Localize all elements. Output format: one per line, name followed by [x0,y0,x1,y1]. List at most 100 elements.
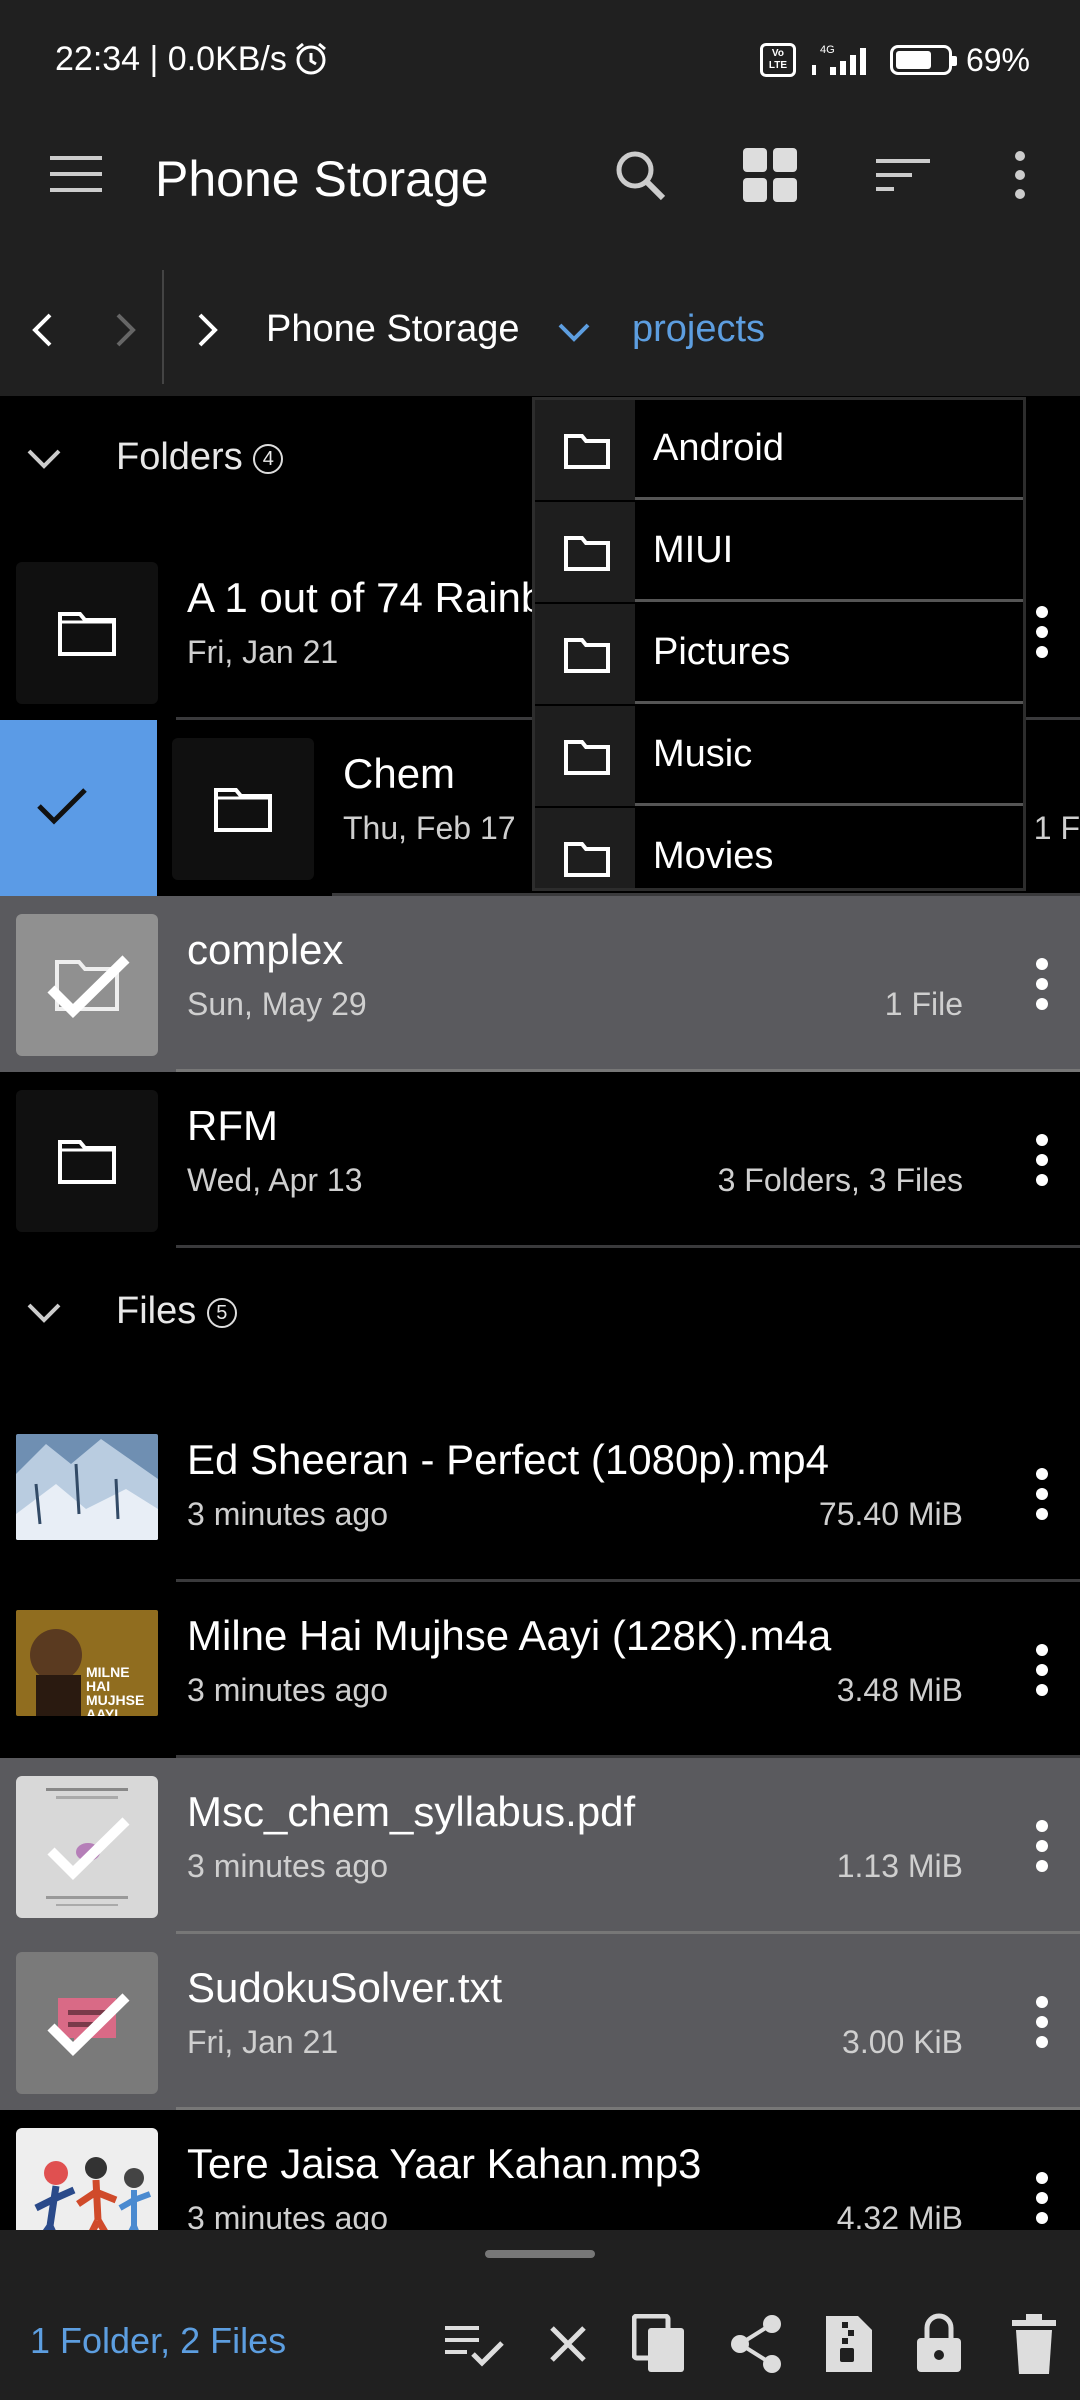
item-date: Sun, May 29 [187,986,367,1022]
grid-view-icon[interactable] [735,140,805,210]
item-meta: 1.13 MiB [836,1848,963,1884]
collapse-icon[interactable] [26,448,62,470]
chevron-down-icon[interactable] [552,310,596,354]
folder-icon [535,808,635,888]
folder-thumb [16,914,158,1056]
folder-icon [535,706,635,806]
item-name: RFM [187,1102,278,1149]
page-title: Phone Storage [155,151,489,207]
item-meta: 3.48 MiB [836,1672,963,1708]
sort-icon[interactable] [868,140,938,210]
video-thumbnail [16,1434,158,1540]
drag-handle[interactable] [485,2250,595,2258]
folder-icon [535,400,635,500]
close-icon[interactable] [548,2324,588,2364]
battery-icon [889,45,957,75]
folder-icon [535,502,635,602]
selection-count: 1 Folder, 2 Files [30,2320,287,2361]
more-vert-icon[interactable] [1032,1640,1052,1700]
item-meta: 3.00 KiB [842,2024,963,2060]
files-section-header[interactable]: Files 5 [0,1260,1080,1370]
item-name: complex [187,926,344,973]
item-name: SudokuSolver.txt [187,1964,503,2011]
selection-bar: 1 Folder, 2 Files [0,2230,1080,2400]
network-type: 4G [820,44,835,56]
files-label: Files 5 [116,1290,237,1333]
back-icon[interactable] [20,304,64,356]
compress-icon[interactable] [822,2314,874,2374]
folder-row[interactable]: complex Sun, May 29 1 File [0,896,1080,1072]
file-manager-screen: { "status_bar": {"time": "22:34 | 0.0KB/… [0,0,1080,2400]
dropdown-item[interactable]: Movies [535,808,1023,888]
more-vert-icon[interactable] [1032,1816,1052,1876]
dropdown-item[interactable]: Music [535,706,1023,808]
item-meta: 1 File [884,986,963,1022]
dropdown-item[interactable]: MIUI [535,502,1023,604]
volte-icon: Vo LTE [759,43,796,77]
folder-icon [535,604,635,704]
files-count-badge: 5 [206,1297,237,1328]
folder-icon [58,612,116,656]
item-date: Wed, Apr 13 [187,1162,363,1198]
search-icon[interactable] [605,140,675,210]
path-dropdown: Android MIUI Pictures Music Movies [532,397,1026,891]
lock-icon[interactable] [915,2312,963,2374]
item-date: Thu, Feb 17 [343,810,516,846]
copy-icon[interactable] [632,2314,688,2374]
dropdown-item[interactable]: Android [535,400,1023,502]
breadcrumb-root[interactable]: Phone Storage [266,308,520,351]
row-divider [176,1245,1080,1248]
dropdown-item-label: MIUI [635,502,1023,602]
collapse-icon[interactable] [26,1302,62,1324]
status-bar: 22:34 | 0.0KB/s Vo LTE 4G 69% [0,0,1080,120]
dropdown-item-label: Android [635,400,1023,500]
select-all-icon[interactable] [443,2320,505,2370]
alarm-icon [296,42,326,75]
menu-icon[interactable] [46,144,106,204]
more-vert-icon[interactable] [1000,140,1040,210]
status-time: 22:34 | 0.0KB/s [55,40,287,78]
dropdown-item[interactable]: Pictures [535,604,1023,706]
item-date: Fri, Jan 21 [187,2024,339,2060]
folders-count-badge: 4 [253,443,284,474]
text-file-thumbnail [16,1952,158,2094]
battery-percent: 69% [965,41,1030,78]
dropdown-item-label: Pictures [635,604,1023,704]
dropdown-item-label: Movies [635,808,1023,888]
delete-icon[interactable] [1012,2314,1056,2374]
item-name: Chem [343,750,456,797]
forward-icon[interactable] [104,304,148,356]
check-icon [47,955,130,1019]
item-name: A 1 out of 74 Rainb [187,574,545,621]
signal-icon: 4G [811,44,866,75]
item-meta: 3 Folders, 3 Files [717,1162,963,1198]
more-vert-icon[interactable] [1032,1130,1052,1190]
more-vert-icon[interactable] [1032,1992,1052,2052]
checked-indicator[interactable] [0,720,157,896]
more-vert-icon[interactable] [1032,954,1052,1014]
item-name: Milne Hai Mujhse Aayi (128K).m4a [187,1612,832,1659]
file-row[interactable]: MILNE HAI MUJHSE AAYI Milne Hai Mujhse A… [0,1582,1080,1758]
more-vert-icon[interactable] [1032,1464,1052,1524]
folder-icon [214,788,272,832]
more-vert-icon[interactable] [1032,602,1052,662]
thumbnail-text: MILNE HAI MUJHSE AAYI [86,1664,145,1716]
breadcrumb: Phone Storage projects [0,270,1080,396]
file-row[interactable]: Msc_chem_syllabus.pdf 3 minutes ago 1.13… [0,1758,1080,1934]
battery-level [895,51,931,69]
file-row[interactable]: SudokuSolver.txt Fri, Jan 21 3.00 KiB [0,1934,1080,2110]
breadcrumb-current[interactable]: projects [632,308,765,351]
share-icon[interactable] [728,2314,784,2374]
folder-thumb [16,1090,158,1232]
more-vert-icon[interactable] [1032,2168,1052,2228]
item-date: 3 minutes ago [187,1672,389,1708]
item-name: Ed Sheeran - Perfect (1080p).mp4 [187,1436,830,1483]
breadcrumb-divider [162,270,164,384]
file-row[interactable]: Ed Sheeran - Perfect (1080p).mp4 3 minut… [0,1406,1080,1582]
item-meta: 75.40 MiB [818,1496,963,1532]
folder-row[interactable]: RFM Wed, Apr 13 3 Folders, 3 Files [0,1072,1080,1248]
folder-thumb [172,738,314,880]
folders-label: Folders 4 [116,436,284,479]
pdf-thumbnail [16,1776,158,1918]
item-date: 3 minutes ago [187,1496,389,1532]
